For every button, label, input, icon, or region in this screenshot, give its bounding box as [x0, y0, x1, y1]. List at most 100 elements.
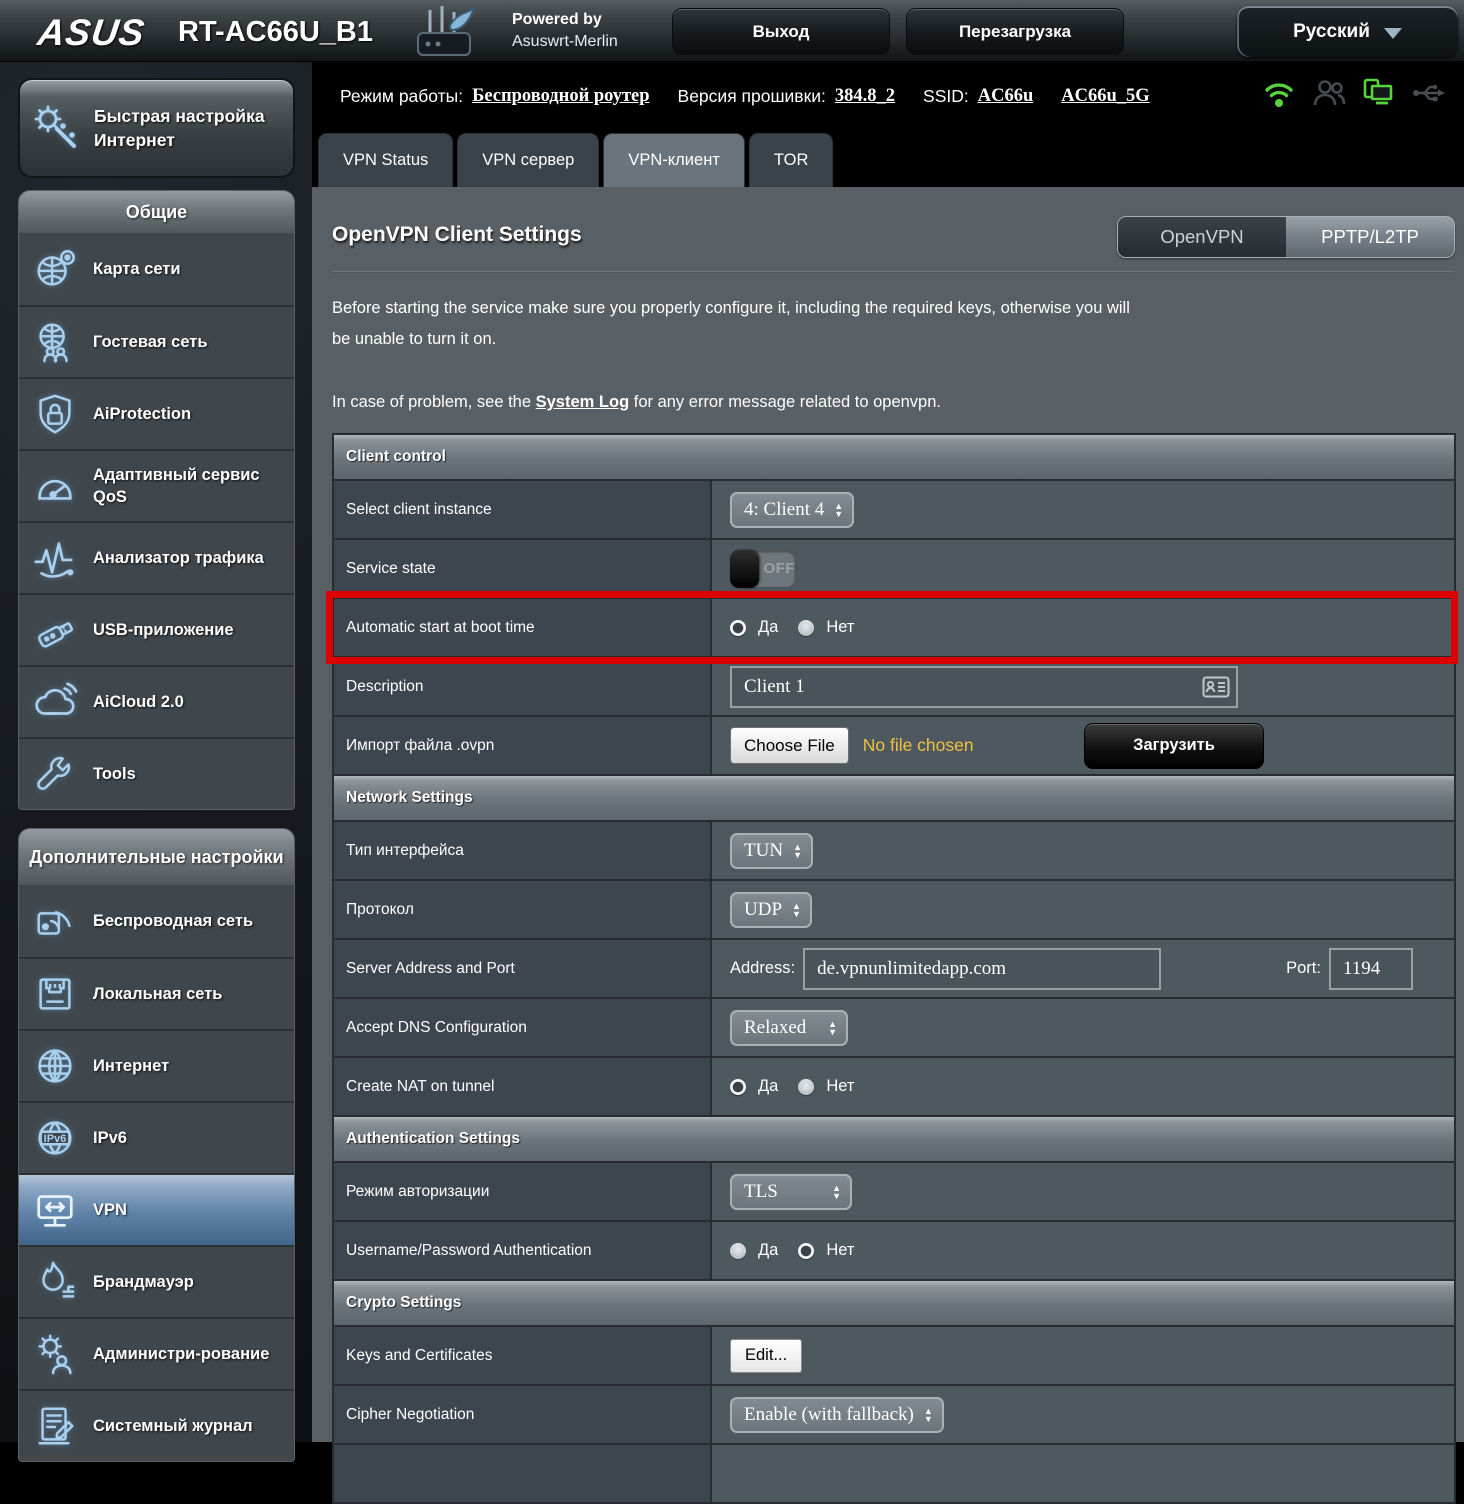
cipher-negotiation-select[interactable]: Enable (with fallback) ▲▼ — [730, 1397, 944, 1433]
devices-icon[interactable] — [1362, 77, 1396, 109]
nat-no-radio[interactable] — [798, 1079, 814, 1095]
clients-icon[interactable] — [1312, 77, 1346, 109]
section-authentication-settings: Authentication Settings — [334, 1117, 1454, 1163]
logout-button[interactable]: Выход — [672, 8, 890, 55]
wifi-icon[interactable] — [1262, 77, 1296, 109]
sidebar-group-advanced-title: Дополнительные настройки — [19, 829, 294, 885]
language-dropdown[interactable]: Русский — [1237, 6, 1458, 57]
openvpn-mode-button[interactable]: OpenVPN — [1118, 217, 1286, 257]
sidebar-item-aicloud[interactable]: AiCloud 2.0 — [19, 665, 294, 737]
ssid-24g-link[interactable]: AC66u — [978, 86, 1034, 107]
auto-start-yes-radio[interactable] — [730, 620, 746, 636]
wrench-icon — [32, 751, 78, 797]
client-instance-select[interactable]: 4: Client 4 ▲▼ — [730, 492, 854, 528]
section-network-settings: Network Settings — [334, 776, 1454, 822]
sidebar-item-vpn[interactable]: VPN — [19, 1173, 294, 1245]
usb-stick-icon — [32, 607, 78, 653]
client-list-icon[interactable] — [1202, 676, 1230, 703]
pptp-l2tp-mode-button[interactable]: PPTP/L2TP — [1286, 217, 1454, 257]
operation-mode-link[interactable]: Беспроводной роутер — [472, 86, 649, 107]
nat-yes-radio[interactable] — [730, 1079, 746, 1095]
sidebar: Быстрая настройка Интернет Общие Карта с… — [18, 78, 295, 1462]
description-input[interactable]: Client 1 — [730, 666, 1238, 708]
section-crypto-settings: Crypto Settings — [334, 1281, 1454, 1327]
sidebar-item-lan[interactable]: Локальная сеть — [19, 957, 294, 1029]
network-map-icon — [32, 246, 78, 292]
userpass-no-radio[interactable] — [798, 1243, 814, 1259]
sidebar-item-qos[interactable]: Адаптивный сервис QoS — [19, 449, 294, 521]
sidebar-item-firewall[interactable]: Брандмауэр — [19, 1245, 294, 1317]
usb-icon[interactable] — [1412, 77, 1448, 109]
file-status-text: No file chosen — [863, 735, 974, 756]
sidebar-item-wan[interactable]: Интернет — [19, 1029, 294, 1101]
tab-vpn-server[interactable]: VPN сервер — [457, 133, 599, 187]
globe-icon — [32, 1043, 78, 1089]
import-ovpn-label: Импорт файла .ovpn — [334, 717, 712, 774]
note-text: In case of problem, see the System Log f… — [332, 393, 941, 412]
quick-setup-button[interactable]: Быстрая настройка Интернет — [18, 78, 295, 178]
powered-by: Powered by Asuswrt-Merlin — [512, 9, 618, 53]
reboot-button[interactable]: Перезагрузка — [906, 8, 1124, 55]
sidebar-item-tools[interactable]: Tools — [19, 737, 294, 809]
row-accept-dns: Accept DNS Configuration Relaxed ▲▼ — [334, 999, 1454, 1058]
sidebar-item-ipv6[interactable]: IPv6 IPv6 — [19, 1101, 294, 1173]
auth-mode-select[interactable]: TLS ▲▼ — [730, 1174, 852, 1210]
row-clipped-next — [334, 1445, 1454, 1504]
keys-certificates-label: Keys and Certificates — [334, 1327, 712, 1384]
auth-mode-label: Режим авторизации — [334, 1163, 712, 1220]
cloud-icon — [32, 679, 78, 725]
ssid-label: SSID: — [923, 86, 969, 107]
sidebar-item-system-log[interactable]: Системный журнал — [19, 1389, 294, 1461]
service-state-label: Service state — [334, 540, 712, 597]
firmware-version-link[interactable]: 384.8_2 — [835, 86, 895, 107]
gear-person-icon — [32, 1331, 78, 1377]
userpass-yes-radio[interactable] — [730, 1243, 746, 1259]
main-content: OpenVPN Client Settings OpenVPN PPTP/L2T… — [312, 187, 1464, 1442]
sidebar-item-usb-application[interactable]: USB-приложение — [19, 593, 294, 665]
intro-text: Before starting the service make sure yo… — [332, 293, 1152, 355]
ssid-5g-link[interactable]: AC66u_5G — [1061, 86, 1149, 107]
guest-network-icon — [32, 319, 78, 365]
accept-dns-select[interactable]: Relaxed ▲▼ — [730, 1010, 848, 1046]
tab-vpn-client[interactable]: VPN-клиент — [603, 133, 745, 187]
sidebar-item-network-map[interactable]: Карта сети — [19, 233, 294, 305]
info-bar: Режим работы: Беспроводной роутер Версия… — [312, 62, 1464, 130]
server-address-input[interactable]: de.vpnunlimitedapp.com — [803, 948, 1161, 990]
tab-tor[interactable]: TOR — [749, 133, 834, 187]
svg-text:IPv6: IPv6 — [44, 1133, 67, 1145]
system-log-link[interactable]: System Log — [536, 393, 630, 411]
sidebar-item-aiprotection[interactable]: AiProtection — [19, 377, 294, 449]
chevron-down-icon — [1384, 28, 1402, 39]
sidebar-item-guest-network[interactable]: Гостевая сеть — [19, 305, 294, 377]
tab-vpn-status[interactable]: VPN Status — [318, 133, 453, 187]
userpass-auth-label: Username/Password Authentication — [334, 1222, 712, 1279]
create-nat-radio-group: Да Нет — [730, 1077, 862, 1096]
sidebar-item-traffic-analyzer[interactable]: Анализатор трафика — [19, 521, 294, 593]
row-description: Description Client 1 — [334, 658, 1454, 717]
edit-keys-button[interactable]: Edit... — [730, 1339, 802, 1373]
language-value: Русский — [1293, 21, 1370, 43]
flame-icon — [32, 1259, 78, 1305]
upload-button[interactable]: Загрузить — [1084, 723, 1264, 769]
protocol-select[interactable]: UDP ▲▼ — [730, 892, 812, 928]
settings-table: Client control Select client instance 4:… — [332, 433, 1456, 1504]
row-interface-type: Тип интерфейса TUN ▲▼ — [334, 822, 1454, 881]
sidebar-item-wireless[interactable]: Беспроводная сеть — [19, 885, 294, 957]
interface-type-select[interactable]: TUN ▲▼ — [730, 833, 813, 869]
toggle-knob — [730, 550, 759, 588]
sidebar-item-administration[interactable]: Администри-рование — [19, 1317, 294, 1389]
select-client-instance-label: Select client instance — [334, 481, 712, 538]
service-state-toggle[interactable]: OFF — [730, 550, 796, 588]
ipv6-icon: IPv6 — [32, 1115, 78, 1161]
auto-start-no-radio[interactable] — [798, 620, 814, 636]
quick-setup-icon — [30, 102, 82, 154]
gauge-icon — [32, 463, 78, 509]
server-port-input[interactable]: 1194 — [1329, 948, 1413, 990]
choose-file-button[interactable]: Choose File — [730, 727, 849, 764]
description-label: Description — [334, 658, 712, 715]
quick-setup-label: Быстрая настройка Интернет — [94, 104, 265, 152]
select-spinner-icon: ▲▼ — [924, 1407, 933, 1423]
accept-dns-label: Accept DNS Configuration — [334, 999, 712, 1056]
address-field-label: Address: — [730, 959, 795, 978]
row-service-state: Service state OFF — [334, 540, 1454, 599]
